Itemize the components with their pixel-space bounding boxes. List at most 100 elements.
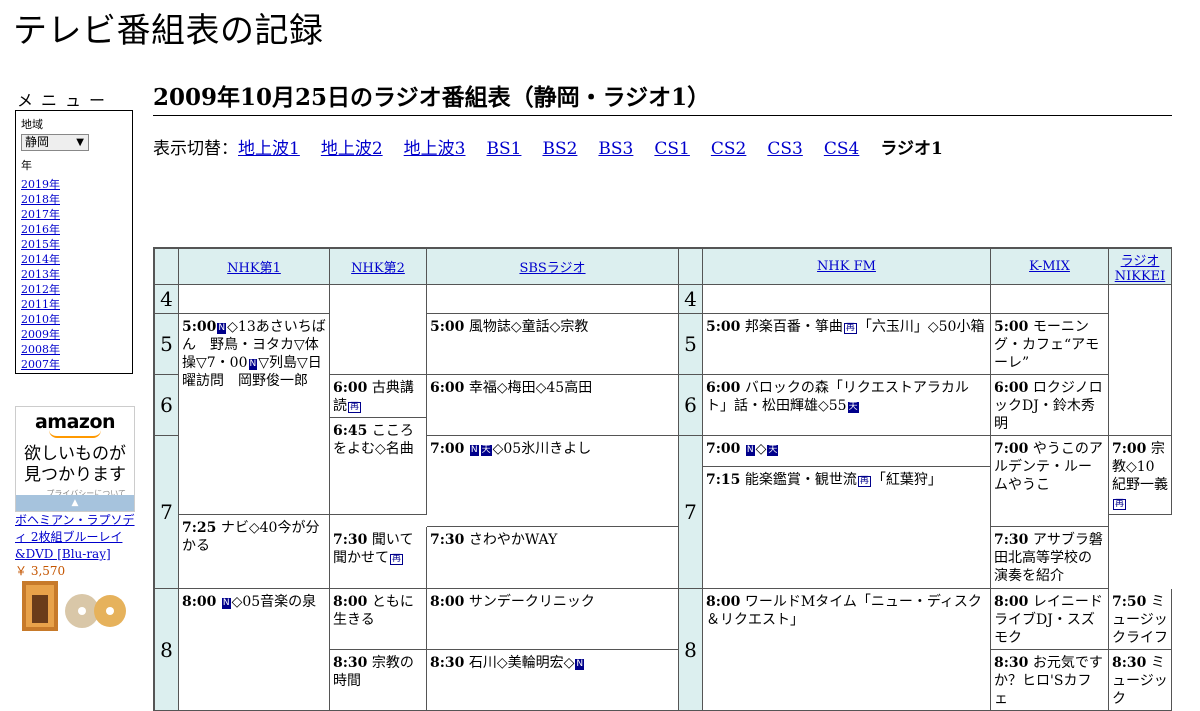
year-link-2013[interactable]: 2013年 <box>21 268 60 281</box>
program-time: 7:30 <box>430 532 465 548</box>
program-title: 能楽鑑賞・観世流 <box>744 472 857 488</box>
program-cell[interactable]: 8:00 サンデークリニック <box>427 589 679 650</box>
channel-link-nhk2[interactable]: NHK第2 <box>351 261 405 276</box>
channel-link-kmix[interactable]: K-MIX <box>1029 259 1070 274</box>
program-time: 8:30 <box>1112 655 1147 671</box>
program-time: 7:30 <box>994 532 1029 548</box>
hour-cell: 7 <box>679 436 703 589</box>
year-link-2017[interactable]: 2017年 <box>21 208 60 221</box>
program-cell[interactable]: 7:00 N 天 ◇05氷川きよし <box>427 436 679 527</box>
year-link-2012[interactable]: 2012年 <box>21 283 60 296</box>
year-link-2007[interactable]: 2007年 <box>21 358 60 371</box>
chevron-up-icon[interactable]: ▲ <box>16 495 134 511</box>
program-time: 8:00 <box>182 594 217 610</box>
rerun-mark-icon: 再 <box>843 323 857 334</box>
chevron-down-icon: ▼ <box>76 137 84 148</box>
program-time: 5:00 <box>706 319 741 335</box>
switch-link-cs4[interactable]: CS4 <box>824 139 859 159</box>
channel-switcher: 表示切替：地上波1 地上波2 地上波3 BS1 BS2 BS3 CS1 CS2 CS3 CS4 ラジ… <box>153 134 943 159</box>
rerun-mark-icon: 再 <box>390 554 404 565</box>
program-cell[interactable]: 6:00 幸福◇梅田◇45高田 <box>427 375 679 436</box>
program-time: 8:00 <box>333 594 368 610</box>
channel-header-nikkei: ラジオNIKKEI <box>1109 249 1172 285</box>
year-link-2019[interactable]: 2019年 <box>21 178 60 191</box>
program-cell[interactable]: 8:30 石川◇美輪明宏◇ N <box>427 650 679 711</box>
program-cell[interactable]: 8:00 N ◇05音楽の泉 <box>179 589 330 711</box>
amazon-ad-banner[interactable]: amazon 欲しいものが 見つかります プライバシーについて ▲ <box>15 406 135 512</box>
program-cell[interactable]: 7:00 やうこのアルデンテ・ルームやうこ <box>991 436 1109 527</box>
channel-link-nikkei[interactable]: ラジオNIKKEI <box>1115 254 1166 284</box>
program-grid: NHK第1 NHK第2 SBSラジオ NHK FM K-MIX ラジオNIKKE… <box>153 247 1172 711</box>
program-cell[interactable]: 7:30 聞いて聞かせて再 <box>330 527 427 589</box>
program-cell[interactable]: 5:00 モーニング・カフェ“アモーレ” <box>991 314 1109 375</box>
year-link-2011[interactable]: 2011年 <box>21 298 60 311</box>
switch-link-terrestrial2[interactable]: 地上波2 <box>321 139 383 159</box>
switch-link-bs1[interactable]: BS1 <box>486 139 521 159</box>
program-cell[interactable]: 7:00 宗教◇10紀野一義再 <box>1109 436 1172 515</box>
year-link-2018[interactable]: 2018年 <box>21 193 60 206</box>
program-title: 「紅葉狩」 <box>871 472 942 488</box>
program-cell-empty <box>1109 285 1172 436</box>
program-cell[interactable]: 6:00 古典講読再 <box>330 375 427 418</box>
program-cell[interactable]: 7:50 ミュージックライフ <box>1109 589 1172 650</box>
switch-link-terrestrial1[interactable]: 地上波1 <box>238 139 300 159</box>
channel-header-sbs: SBSラジオ <box>427 249 679 285</box>
program-cell[interactable]: 6:45 こころをよむ◇名曲 <box>330 418 427 515</box>
year-link-2014[interactable]: 2014年 <box>21 253 60 266</box>
year-link-2010[interactable]: 2010年 <box>21 313 60 326</box>
rerun-mark-icon: 再 <box>1113 499 1127 510</box>
program-cell[interactable]: 8:30 ミュージック <box>1109 650 1172 711</box>
channel-link-sbs[interactable]: SBSラジオ <box>519 261 585 276</box>
program-cell[interactable]: 8:30 宗教の時間 <box>330 650 427 711</box>
program-time: 8:30 <box>994 655 1029 671</box>
year-link-2008[interactable]: 2008年 <box>21 343 60 356</box>
channel-link-nhk1[interactable]: NHK第1 <box>227 261 281 276</box>
program-cell[interactable]: 5:00 邦楽百番・箏曲再「六玉川」◇50小箱 <box>703 314 991 375</box>
program-cell[interactable]: 8:30 お元気ですか？ヒロ'Sカフェ <box>991 650 1109 711</box>
program-cell[interactable]: 8:00 レイニードライブDJ・スズモク <box>991 589 1109 650</box>
switch-link-bs2[interactable]: BS2 <box>542 139 577 159</box>
program-cell[interactable]: 7:00 N ◇ 天 <box>703 436 991 467</box>
year-link-2009[interactable]: 2009年 <box>21 328 60 341</box>
switch-link-terrestrial3[interactable]: 地上波3 <box>404 139 466 159</box>
area-select[interactable]: 静岡 ▼ <box>21 134 89 151</box>
product-image[interactable] <box>22 581 128 631</box>
program-cell[interactable]: 8:00 ともに生きる <box>330 589 427 650</box>
program-cell-empty <box>179 285 330 314</box>
program-time: 7:25 <box>182 520 217 536</box>
news-mark-icon: N <box>217 323 227 334</box>
program-time: 6:00 <box>994 380 1029 396</box>
hour-cell: 6 <box>679 375 703 436</box>
program-title: ワールドMタイム「ニュー・ディスク＆リクエスト」 <box>706 594 982 628</box>
program-cell[interactable]: 5:00 風物誌◇童話◇宗教 <box>427 314 679 375</box>
ad-product-title[interactable]: ボヘミアン・ラプソディ 2枚組ブルーレイ&DVD [Blu-ray] <box>15 513 135 561</box>
program-cell[interactable]: 7:25 ナビ◇40今が分かる <box>179 515 330 589</box>
year-link-2016[interactable]: 2016年 <box>21 223 60 236</box>
switch-link-cs2[interactable]: CS2 <box>711 139 746 159</box>
switch-link-cs1[interactable]: CS1 <box>654 139 689 159</box>
program-time: 8:00 <box>430 594 465 610</box>
program-time: 8:30 <box>333 655 368 671</box>
area-select-value: 静岡 <box>25 135 50 149</box>
program-time: 7:30 <box>333 532 368 548</box>
program-time: 8:00 <box>706 594 741 610</box>
program-cell[interactable]: 6:00 ロクジノロックDJ・鈴木秀明 <box>991 375 1109 436</box>
program-cell[interactable]: 7:30 アサブラ磐田北高等学校の演奏を紹介 <box>991 527 1109 589</box>
hour-header-blank <box>155 249 179 285</box>
program-cell[interactable]: 7:30 さわやかWAY <box>427 527 679 589</box>
channel-header-nhkfm: NHK FM <box>703 249 991 285</box>
switch-link-cs3[interactable]: CS3 <box>767 139 802 159</box>
rerun-mark-icon: 再 <box>857 476 871 487</box>
switch-link-bs3[interactable]: BS3 <box>598 139 633 159</box>
year-link-2015[interactable]: 2015年 <box>21 238 60 251</box>
program-cell[interactable]: 8:00 ワールドMタイム「ニュー・ディスク＆リクエスト」 <box>703 589 991 711</box>
channel-header-nhk1: NHK第1 <box>179 249 330 285</box>
program-cell[interactable]: 7:15 能楽鑑賞・観世流再「紅葉狩」 <box>703 467 991 589</box>
hour-cell: 5 <box>679 314 703 375</box>
ad-copy-line1: 欲しいものが <box>24 444 126 464</box>
program-cell[interactable]: 5:00 N ◇13あさいちばん 野鳥・ヨタカ▽体操▽7・00 N ▽列島▽日曜訪問 岡… <box>179 314 330 515</box>
menu-heading: メニュー <box>17 91 114 110</box>
channel-link-nhkfm[interactable]: NHK FM <box>817 259 876 274</box>
program-cell[interactable]: 6:00 バロックの森「リクエストアラカルト」話・松田輝雄◇55 天 <box>703 375 991 436</box>
menu-box: 地域 静岡 ▼ 年 2019年 2018年 2017年 2016年 2015年 … <box>15 110 133 374</box>
